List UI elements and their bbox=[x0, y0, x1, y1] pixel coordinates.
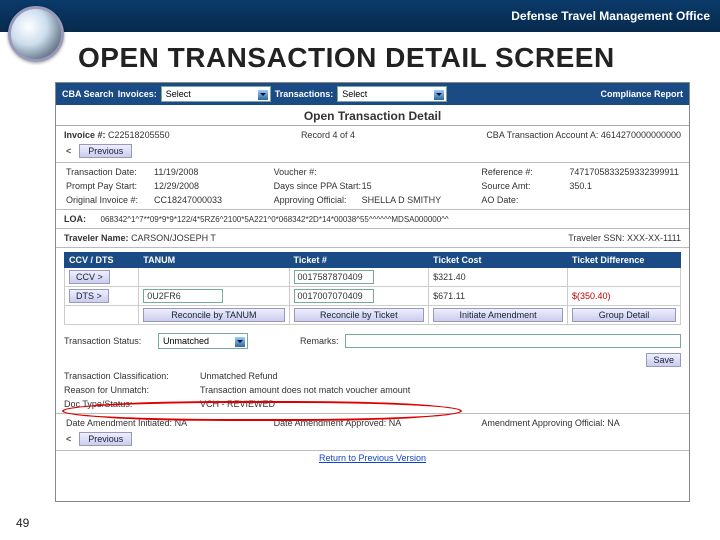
return-previous-link[interactable]: Return to Previous Version bbox=[56, 451, 689, 465]
traveler-ssn-value: XXX-XX-1111 bbox=[627, 233, 681, 243]
record-counter: Record 4 of 4 bbox=[301, 130, 355, 140]
ts-select[interactable]: Unmatched bbox=[158, 333, 248, 349]
table-row: CCV > 0017587870409 $321.40 bbox=[65, 268, 681, 287]
src-value: 350.1 bbox=[569, 181, 592, 191]
loa-label: LOA: bbox=[64, 214, 86, 224]
ccv-expand-button[interactable]: CCV > bbox=[69, 270, 110, 284]
oinv-label: Original Invoice #: bbox=[66, 195, 154, 205]
previous-button[interactable]: Previous bbox=[79, 144, 132, 158]
dpp-value: 15 bbox=[362, 181, 372, 191]
aa-value: NA bbox=[389, 418, 402, 428]
compliance-report-link[interactable]: Compliance Report bbox=[600, 89, 683, 99]
dts-tanum-input[interactable]: 0U2FR6 bbox=[143, 289, 223, 303]
col-ticketnum: Ticket # bbox=[289, 253, 429, 268]
traveler-name-label: Traveler Name: bbox=[64, 233, 129, 243]
col-tanum: TANUM bbox=[139, 253, 289, 268]
tc-value: Unmatched Refund bbox=[200, 371, 278, 381]
transactions-label: Transactions: bbox=[275, 89, 334, 99]
invoices-select[interactable]: Select bbox=[161, 86, 271, 102]
col-ccvdts: CCV / DTS bbox=[65, 253, 139, 268]
group-detail-button[interactable]: Group Detail bbox=[572, 308, 676, 322]
traveler-name-value: CARSON/JOSEPH T bbox=[131, 233, 216, 243]
cba-search-link[interactable]: CBA Search bbox=[62, 89, 114, 99]
slide-title: OPEN TRANSACTION DETAIL SCREEN bbox=[0, 32, 720, 82]
dod-seal-icon bbox=[8, 6, 64, 62]
tdate-label: Transaction Date: bbox=[66, 167, 154, 177]
ai-value: NA bbox=[175, 418, 188, 428]
ts-label: Transaction Status: bbox=[64, 336, 152, 346]
aao-value: NA bbox=[607, 418, 620, 428]
oinv-value: CC18247000033 bbox=[154, 195, 222, 205]
aa-label: Date Amendment Approved: bbox=[274, 418, 387, 428]
acct-value: 4614270000000000 bbox=[601, 130, 681, 140]
prev-arrow-icon[interactable]: < bbox=[64, 146, 73, 156]
dt-label: Doc Type/Status: bbox=[64, 399, 194, 409]
slide-number: 49 bbox=[16, 516, 29, 530]
vnum-label: Voucher #: bbox=[274, 167, 362, 177]
invoice-value: C22518205550 bbox=[108, 130, 170, 140]
dts-cost: $671.11 bbox=[429, 287, 568, 306]
dts-expand-button[interactable]: DTS > bbox=[69, 289, 109, 303]
src-label: Source Amt: bbox=[481, 181, 569, 191]
pps-value: 12/29/2008 bbox=[154, 181, 199, 191]
ref-label: Reference #: bbox=[481, 167, 569, 177]
save-button[interactable]: Save bbox=[646, 353, 681, 367]
remarks-input[interactable] bbox=[345, 334, 681, 348]
col-ticketcost: Ticket Cost bbox=[429, 253, 568, 268]
previous-button-2[interactable]: Previous bbox=[79, 432, 132, 446]
ticket-grid: CCV / DTS TANUM Ticket # Ticket Cost Tic… bbox=[64, 252, 681, 325]
dt-value: VCH - REVIEWED bbox=[200, 399, 275, 409]
invoice-label: Invoice #: bbox=[64, 130, 106, 140]
traveler-ssn-label: Traveler SSN: bbox=[568, 233, 624, 243]
reconcile-tanum-button[interactable]: Reconcile by TANUM bbox=[143, 308, 284, 322]
ao-value: SHELLA D SMITHY bbox=[362, 195, 442, 205]
ru-value: Transaction amount does not match vouche… bbox=[200, 385, 410, 395]
tdate-value: 11/19/2008 bbox=[154, 167, 198, 177]
table-row: DTS > 0U2FR6 0017007070409 $671.11 $(350… bbox=[65, 287, 681, 306]
ccv-cost: $321.40 bbox=[429, 268, 568, 287]
adt-label: AO Date: bbox=[481, 195, 569, 205]
ref-value: 74717058332593323999111 bbox=[569, 167, 679, 177]
transactions-select[interactable]: Select bbox=[337, 86, 447, 102]
ao-label: Approving Official: bbox=[274, 195, 362, 205]
ccv-ticket-input[interactable]: 0017587870409 bbox=[294, 270, 374, 284]
dpp-label: Days since PPA Start: bbox=[274, 181, 362, 191]
dts-diff: $(350.40) bbox=[568, 287, 681, 306]
table-row: Reconcile by TANUM Reconcile by Ticket I… bbox=[65, 306, 681, 325]
aao-label: Amendment Approving Official: bbox=[481, 418, 604, 428]
remarks-label: Remarks: bbox=[300, 336, 339, 346]
top-toolbar: CBA Search Invoices: Select Transactions… bbox=[56, 83, 689, 105]
office-label: Defense Travel Management Office bbox=[511, 9, 710, 23]
col-ticketdiff: Ticket Difference bbox=[568, 253, 681, 268]
section-title: Open Transaction Detail bbox=[56, 105, 689, 126]
tc-label: Transaction Classification: bbox=[64, 371, 194, 381]
reconcile-ticket-button[interactable]: Reconcile by Ticket bbox=[294, 308, 425, 322]
dts-ticket-input[interactable]: 0017007070409 bbox=[294, 289, 374, 303]
loa-value: 068342^1^7**09*9*9*122/4*5RZ6^2100*5A221… bbox=[101, 215, 449, 224]
slide-header: Defense Travel Management Office bbox=[0, 0, 720, 32]
prev-arrow2-icon[interactable]: < bbox=[64, 434, 73, 444]
ai-label: Date Amendment Initiated: bbox=[66, 418, 172, 428]
pps-label: Prompt Pay Start: bbox=[66, 181, 154, 191]
invoices-label: Invoices: bbox=[118, 89, 157, 99]
app-screenshot: CBA Search Invoices: Select Transactions… bbox=[55, 82, 690, 502]
ru-label: Reason for Unmatch: bbox=[64, 385, 194, 395]
acct-label: CBA Transaction Account A: bbox=[486, 130, 598, 140]
initiate-amendment-button[interactable]: Initiate Amendment bbox=[433, 308, 563, 322]
